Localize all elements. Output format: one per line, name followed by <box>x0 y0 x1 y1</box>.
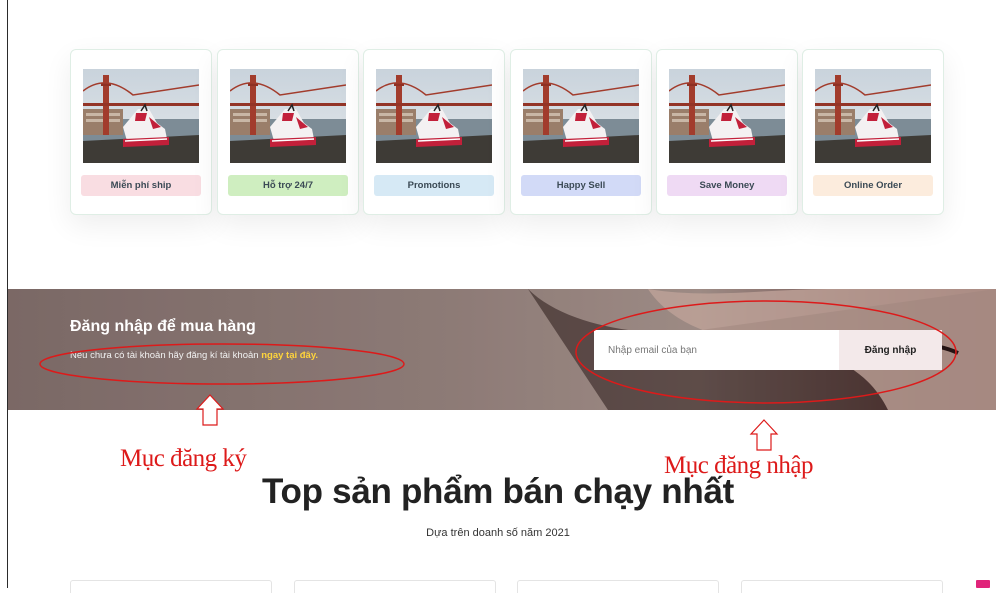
register-highlight-ellipse <box>39 343 405 385</box>
up-arrow-icon <box>195 394 225 426</box>
register-annotation-label: Mục đăng ký <box>120 445 247 472</box>
login-annotation-label: Mục đăng nhập <box>664 452 814 479</box>
login-highlight-ellipse <box>575 300 957 404</box>
up-arrow-icon <box>749 419 779 451</box>
annotation-overlay <box>39 300 957 451</box>
